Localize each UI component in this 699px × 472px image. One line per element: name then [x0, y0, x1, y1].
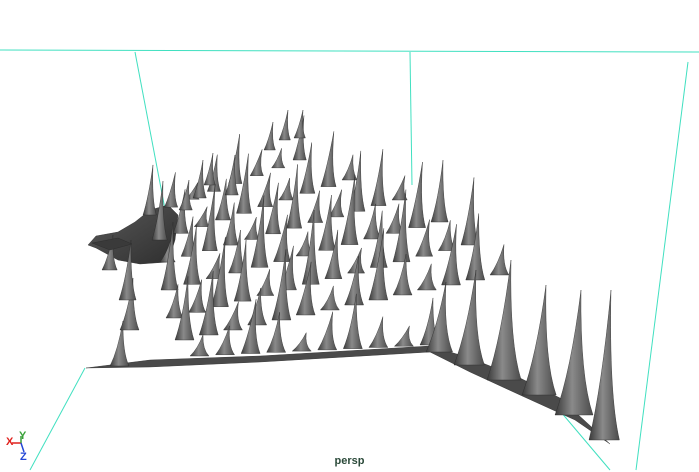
grid-line [409, 51, 413, 186]
surface-spike [588, 289, 620, 441]
surface-spike [256, 269, 275, 296]
surface-spike [430, 160, 449, 223]
camera-name-label: persp [334, 455, 365, 467]
surface-spike [363, 203, 381, 240]
surface-spike [554, 289, 594, 416]
surface-spike [521, 284, 557, 396]
surface-spike [416, 263, 437, 291]
surface-spike [278, 178, 295, 201]
surface-spike [489, 244, 510, 276]
surface-spike [271, 148, 286, 169]
grid-line [635, 61, 689, 471]
surface-spike [370, 149, 387, 206]
surface-spike [291, 332, 312, 352]
surface-spike [320, 131, 337, 187]
surface-spike [203, 152, 216, 186]
surface-spike [307, 190, 324, 223]
surface-spike [278, 109, 291, 141]
axis-y-label: Y [19, 430, 27, 442]
grid-line [0, 49, 699, 53]
nurbs-surface-mesh[interactable] [85, 109, 620, 445]
surface-spike [243, 216, 260, 240]
surface-spike [193, 206, 210, 227]
surface-spike [368, 316, 389, 348]
surface-spike [192, 159, 207, 199]
surface-spike [319, 285, 340, 311]
axis-x-label: X [6, 436, 14, 448]
viewport-scene[interactable] [0, 0, 699, 472]
surface-spike [393, 325, 414, 347]
surface-spike [460, 177, 479, 246]
bounding-box-wireframe [0, 49, 699, 471]
surface-spike [142, 164, 157, 216]
perspective-viewport[interactable]: X Y Z persp [0, 0, 699, 472]
surface-spike [257, 172, 274, 207]
surface-spike [441, 224, 461, 286]
surface-spike [164, 172, 179, 208]
surface-spike [317, 311, 338, 351]
surface-spike [249, 149, 264, 176]
surface-spike [408, 162, 426, 228]
surface-spike [263, 121, 276, 151]
surface-spike [486, 259, 522, 381]
